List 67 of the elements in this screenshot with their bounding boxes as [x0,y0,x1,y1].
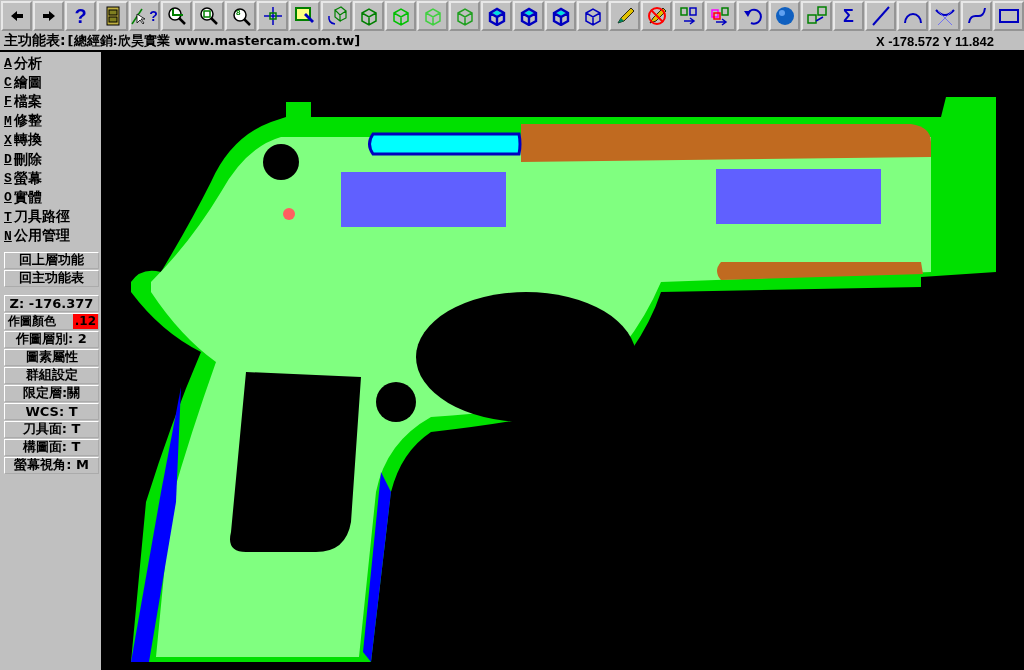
glyph-text: ? [74,6,87,26]
menu-item[interactable]: F 檔案 [4,92,99,112]
setting-button[interactable]: 刀具面: T [4,420,99,438]
glyph-text: 8 [236,9,241,17]
toolbar-button[interactable]: 8 [225,1,256,31]
undo-arrow-icon [742,6,763,26]
menu-item[interactable]: D刪除 [4,149,99,170]
toolbar-button[interactable] [609,1,640,31]
menu-item[interactable]: S螢幕 [4,169,99,189]
glyph-text: Σ [843,7,854,25]
copy-squares-icon [710,6,731,26]
toolbar-button[interactable] [929,1,960,31]
setting-button[interactable]: 螢幕視角: M [4,456,99,474]
brush-icon [294,6,315,26]
toolbar-button[interactable] [673,1,704,31]
setting-button[interactable]: 作圖層別: 2 [4,330,99,348]
toolbar-button[interactable] [705,1,736,31]
toolbar-button[interactable] [289,1,320,31]
setting-button[interactable]: 圖素屬性 [4,348,99,366]
setting-button[interactable]: Z: -176.377 [4,294,99,312]
prompt-text: [總經銷:欣昊實業 www.mastercam.com.tw] [67,32,361,50]
toolbar-button[interactable] [193,1,224,31]
setting-button[interactable]: WCS: T [4,402,99,420]
toolbar-button[interactable] [33,1,64,31]
menu-item[interactable]: M修整 [4,111,99,131]
zoom-icon [166,6,187,26]
pan-arrows-icon [262,6,283,26]
nav-button[interactable]: 回上層功能 [4,251,99,269]
toolbar-button[interactable]: ? [65,1,96,31]
toolbar-button[interactable] [865,1,896,31]
glyph-text: ? [149,9,158,23]
setting-button[interactable]: 群組設定 [4,366,99,384]
toolbar-button[interactable] [257,1,288,31]
toolbar-button[interactable] [97,1,128,31]
cubes-icon [806,6,827,26]
rotate-cube-icon [326,6,347,26]
toolbar-button[interactable]: Σ [833,1,864,31]
pencil-icon [614,6,635,26]
color-swatch[interactable]: .12 [72,313,98,329]
cursor-coordinates: X -178.572 Y 11.842 [875,33,994,49]
setting-label: 作圖顏色 [8,312,56,330]
toolbar-button[interactable] [1,1,32,31]
toolbar-button[interactable] [897,1,928,31]
toolbar-button[interactable]: ? [129,1,160,31]
menu-item[interactable]: T刀具路徑 [4,207,99,227]
zoom-icon [198,6,219,26]
spline-icon [966,6,987,26]
move-squares-icon [678,6,699,26]
prompt-label: 主功能表: [4,32,66,50]
menu-item[interactable]: O實體 [4,188,99,208]
toolbar-button[interactable] [961,1,992,31]
toolbar-button[interactable] [161,1,192,31]
line-icon [870,6,891,26]
menu-item[interactable]: A分析 [4,54,99,74]
menu-item[interactable]: X轉換 [4,130,99,150]
no-pencil-icon [646,6,667,26]
menu-item[interactable]: C繪圖 [4,73,99,93]
setting-button[interactable]: 構圖面: T [4,438,99,456]
sphere-icon [774,6,795,26]
toolbar-button[interactable] [737,1,768,31]
setting-button[interactable]: 限定層:關 [4,384,99,402]
toolbar-button[interactable] [641,1,672,31]
nav-button[interactable]: 回主功能表 [4,269,99,287]
rectangle-icon [998,6,1019,26]
menu-item[interactable]: N 公用管理 [4,226,99,246]
zoom-icon [232,7,252,27]
toolbar-button[interactable] [993,1,1024,31]
